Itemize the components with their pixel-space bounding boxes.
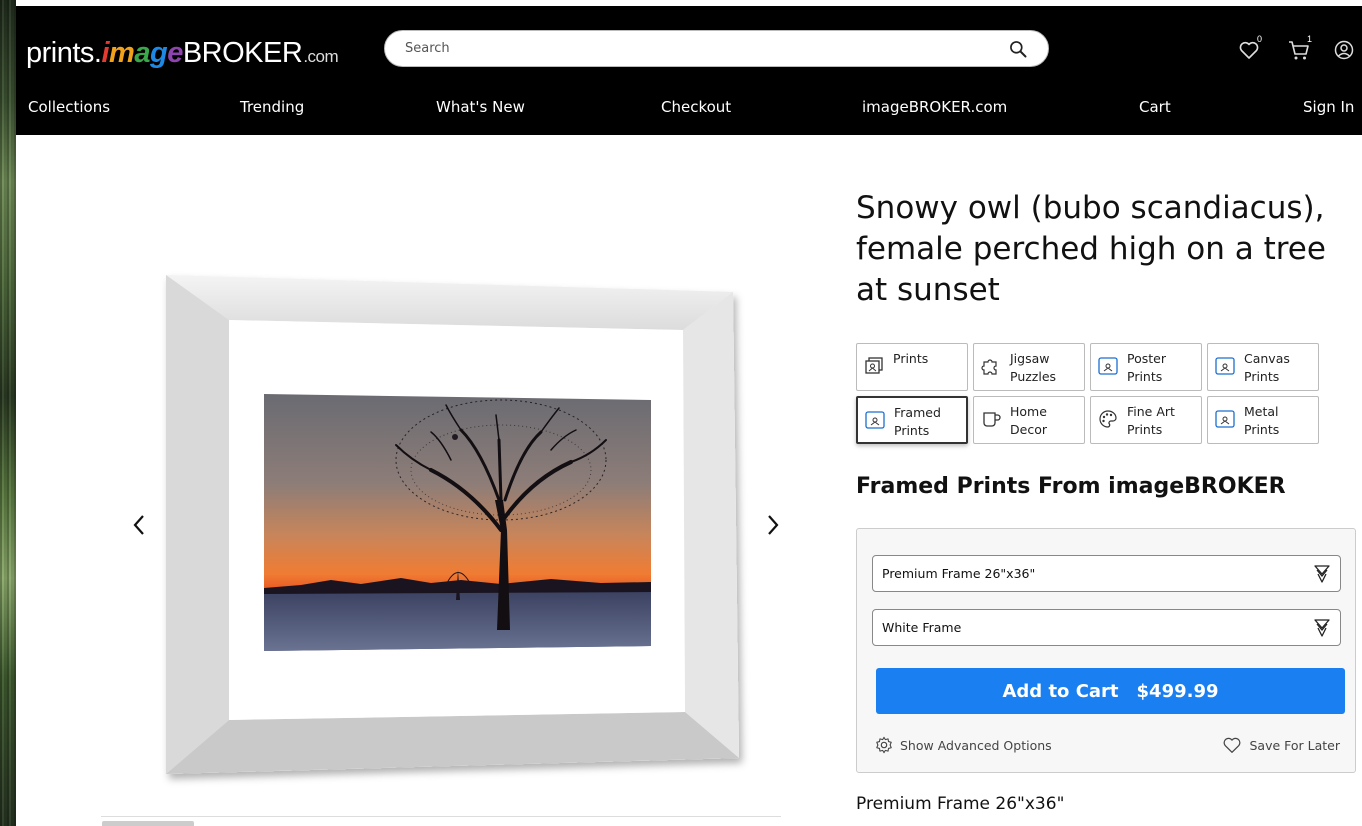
category-prints[interactable]: Prints	[856, 343, 968, 391]
search-icon[interactable]	[1008, 39, 1028, 59]
nav-checkout[interactable]: Checkout	[661, 98, 731, 116]
metal-icon	[1215, 410, 1235, 428]
category-framed-prints[interactable]: Framed Prints	[856, 396, 968, 444]
thumbnail-scrollbar[interactable]	[101, 816, 781, 826]
next-arrow-icon[interactable]	[761, 510, 785, 540]
search-input[interactable]	[405, 41, 1000, 56]
category-canvas-prints[interactable]: Canvas Prints	[1207, 343, 1319, 391]
palette-icon	[1099, 410, 1117, 428]
save-for-later-button[interactable]: Save For Later	[1222, 736, 1340, 754]
previous-arrow-icon[interactable]	[127, 510, 151, 540]
add-to-cart-label: Add to Cart	[1002, 680, 1119, 702]
mug-icon	[983, 412, 1001, 427]
nav-collections[interactable]: Collections	[28, 98, 110, 116]
add-to-cart-button[interactable]: Add to Cart $499.99	[876, 668, 1345, 714]
category-home-decor[interactable]: Home Decor	[973, 396, 1085, 444]
scrollbar-thumb[interactable]	[102, 821, 194, 826]
product-title: Snowy owl (bubo scandiacus), female perc…	[856, 190, 1326, 308]
purchase-panel: Premium Frame 26"x36" White Frame Add to…	[856, 528, 1356, 773]
wishlist-count-badge: 0	[1257, 34, 1263, 44]
price: $499.99	[1136, 680, 1219, 702]
nav-whats-new[interactable]: What's New	[436, 98, 525, 116]
poster-icon	[1098, 357, 1118, 375]
heart-icon	[1224, 737, 1241, 753]
show-advanced-options-button[interactable]: Show Advanced Options	[875, 736, 1052, 754]
category-jigsaw-puzzles[interactable]: Jigsaw Puzzles	[973, 343, 1085, 391]
nav-sign-in[interactable]: Sign In	[1303, 98, 1354, 116]
main-nav: Collections Trending What's New Checkout…	[16, 98, 1362, 128]
selected-frame-label: Premium Frame 26"x36"	[856, 794, 1065, 814]
size-select[interactable]: Premium Frame 26"x36"	[872, 555, 1341, 592]
section-heading: Framed Prints From imageBROKER	[856, 474, 1286, 499]
category-fine-art-prints[interactable]: Fine Art Prints	[1090, 396, 1202, 444]
header: prints. image BROKER .com 0 1	[16, 6, 1362, 135]
show-advanced-options-label: Show Advanced Options	[900, 737, 1052, 753]
canvas-icon	[1215, 357, 1235, 375]
cart-count-badge: 1	[1307, 34, 1313, 44]
logo-image: image	[101, 37, 183, 69]
frame-select[interactable]: White Frame	[872, 609, 1341, 646]
framed-icon	[865, 411, 885, 429]
prints-icon	[865, 357, 883, 374]
nav-trending[interactable]: Trending	[240, 98, 304, 116]
logo-prints: prints.	[26, 37, 102, 69]
nav-imagebroker[interactable]: imageBROKER.com	[862, 98, 1007, 116]
logo-broker: BROKER	[182, 37, 303, 69]
framed-print-image[interactable]	[101, 200, 781, 815]
category-metal-prints[interactable]: Metal Prints	[1207, 396, 1319, 444]
gear-icon	[876, 736, 892, 754]
page: prints. image BROKER .com 0 1	[16, 0, 1362, 826]
frame-select-value: White Frame	[882, 620, 962, 635]
logo-domain: .com	[303, 47, 339, 66]
logo[interactable]: prints. image BROKER .com	[26, 20, 339, 70]
dropdown-arrow-icon[interactable]	[1313, 618, 1331, 638]
dropdown-arrow-icon[interactable]	[1313, 564, 1331, 584]
nav-cart[interactable]: Cart	[1139, 98, 1171, 116]
puzzle-icon	[981, 359, 997, 375]
save-for-later-label: Save For Later	[1249, 737, 1340, 753]
background-forest	[0, 0, 16, 826]
product-gallery	[101, 200, 781, 815]
account-icon[interactable]	[1332, 38, 1356, 62]
search-bar[interactable]	[384, 30, 1049, 67]
size-select-value: Premium Frame 26"x36"	[882, 566, 1036, 581]
category-poster-prints[interactable]: Poster Prints	[1090, 343, 1202, 391]
